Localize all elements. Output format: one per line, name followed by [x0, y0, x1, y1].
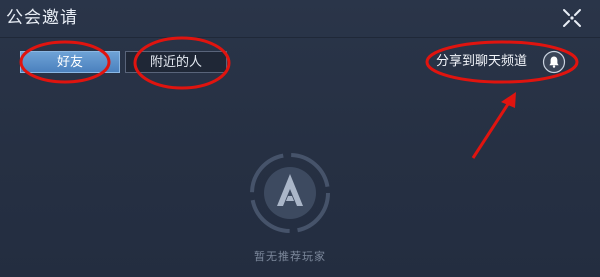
dialog-title: 公会邀请 — [6, 8, 78, 28]
header-divider — [0, 37, 600, 38]
guild-invite-dialog: 公会邀请 好友 附近的人 分享到聊天频道 暂无推荐玩家 — [0, 0, 600, 277]
guild-emblem-icon — [250, 153, 330, 233]
share-bell-button[interactable] — [542, 50, 566, 74]
annotation-arrow-line — [471, 100, 512, 159]
share-to-chat-button[interactable]: 分享到聊天频道 — [436, 50, 527, 74]
share-to-chat-label: 分享到聊天频道 — [436, 54, 528, 69]
tab-nearby-label: 附近的人 — [149, 55, 202, 70]
tab-friends-label: 好友 — [56, 55, 83, 70]
tab-friends[interactable]: 好友 — [20, 51, 120, 73]
empty-state-message: 暂无推荐玩家 — [254, 250, 326, 263]
annotation-arrow-head — [501, 92, 516, 108]
close-button[interactable] — [560, 6, 584, 30]
tab-nearby[interactable]: 附近的人 — [125, 51, 227, 73]
close-icon — [563, 9, 581, 27]
bell-icon — [542, 50, 566, 74]
